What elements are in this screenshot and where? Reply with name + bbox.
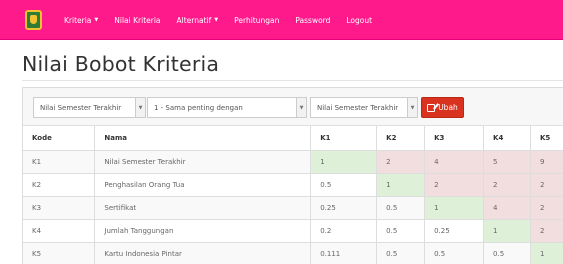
ubah-button-label: Ubah <box>438 103 458 112</box>
nav-item-label: Logout <box>346 15 373 25</box>
criteria-select-2-value: Nilai Semester Terakhir <box>317 103 399 112</box>
criteria-weight-panel: Nilai Semester Terakhir ▼ 1 - Sama penti… <box>22 87 563 264</box>
table-row: K4 Jumlah Tanggungan 0.2 0.5 0.25 1 2 <box>23 219 563 243</box>
cell-weight: 4 <box>483 196 531 220</box>
nav-item-label: Perhitungan <box>234 15 280 25</box>
chevron-down-icon: ▼ <box>296 98 306 117</box>
nav-item-label: Password <box>295 15 331 25</box>
chevron-down-icon: ▼ <box>135 98 145 117</box>
nav-item-password[interactable]: Password <box>295 16 330 25</box>
cell-weight: 0.5 <box>376 242 426 264</box>
top-navbar: Kriteria ▼ Nilai Kriteria Alternatif ▼ Perhit… <box>0 0 563 40</box>
cell-weight: 0.5 <box>376 219 426 243</box>
cell-nama: Penghasilan Orang Tua <box>94 173 312 197</box>
nav-item-label: Nilai Kriteria <box>114 15 161 25</box>
cell-weight: 2 <box>530 173 563 197</box>
cell-kode: K1 <box>23 150 96 174</box>
cell-weight: 0.111 <box>310 242 378 264</box>
table-row: K3 Sertifikat 0.25 0.5 1 4 2 <box>23 196 563 220</box>
ubah-button[interactable]: Ubah <box>421 97 464 118</box>
cell-weight: 0.25 <box>424 219 485 243</box>
cell-weight: 0.5 <box>310 173 378 197</box>
cell-kode: K3 <box>23 196 96 220</box>
chevron-down-icon: ▼ <box>407 98 417 117</box>
cell-weight: 0.25 <box>310 196 378 220</box>
caret-down-icon: ▼ <box>94 17 99 23</box>
cell-weight: 0.5 <box>483 242 531 264</box>
caret-down-icon: ▼ <box>214 17 219 23</box>
column-header-k5: K5 <box>530 126 563 151</box>
cell-nama: Kartu Indonesia Pintar <box>94 242 312 264</box>
criteria-select-1-value: Nilai Semester Terakhir <box>40 103 122 112</box>
cell-nama: Jumlah Tanggungan <box>94 219 312 243</box>
cell-weight: 1 <box>310 150 378 174</box>
importance-select-value: 1 - Sama penting dengan <box>154 103 243 112</box>
column-header-k4: K4 <box>483 126 531 151</box>
table-row: K1 Nilai Semester Terakhir 1 2 4 5 9 <box>23 150 563 174</box>
cell-weight: 2 <box>424 173 485 197</box>
nav-item-label: Alternatif <box>176 15 212 25</box>
cell-kode: K4 <box>23 219 96 243</box>
nav-item-label: Kriteria <box>64 15 92 25</box>
importance-select[interactable]: 1 - Sama penting dengan ▼ <box>147 97 307 118</box>
nav-item-alternatif[interactable]: Alternatif ▼ <box>177 16 219 25</box>
table-body: K1 Nilai Semester Terakhir 1 2 4 5 9 K2 Penghasi… <box>23 150 563 264</box>
cell-weight: 1 <box>483 219 531 243</box>
nav-item-logout[interactable]: Logout <box>346 16 372 25</box>
cell-weight: 2 <box>530 196 563 220</box>
nav-item-nilai-kriteria[interactable]: Nilai Kriteria <box>114 16 160 25</box>
nav-menu: Kriteria ▼ Nilai Kriteria Alternatif ▼ Perhit… <box>64 0 388 40</box>
criteria-select-2[interactable]: Nilai Semester Terakhir ▼ <box>310 97 418 118</box>
cell-weight: 4 <box>424 150 485 174</box>
cell-kode: K5 <box>23 242 96 264</box>
column-header-kode: Kode <box>23 126 96 151</box>
page-title: Nilai Bobot Kriteria <box>22 52 220 76</box>
edit-icon <box>427 103 436 112</box>
cell-kode: K2 <box>23 173 96 197</box>
column-header-k1: K1 <box>310 126 378 151</box>
nav-item-kriteria[interactable]: Kriteria ▼ <box>64 16 98 25</box>
cell-weight: 2 <box>530 219 563 243</box>
column-header-k2: K2 <box>376 126 426 151</box>
column-header-nama: Nama <box>94 126 312 151</box>
cell-weight: 1 <box>424 196 485 220</box>
criteria-weight-table: Kode Nama K1 K2 K3 K4 K5 K1 Nilai Semester Tera… <box>23 126 563 264</box>
table-header-row: Kode Nama K1 K2 K3 K4 K5 <box>23 126 563 151</box>
cell-nama: Nilai Semester Terakhir <box>94 150 312 174</box>
cell-weight: 5 <box>483 150 531 174</box>
column-header-k3: K3 <box>424 126 485 151</box>
cell-weight: 2 <box>376 150 426 174</box>
comparison-form: Nilai Semester Terakhir ▼ 1 - Sama penti… <box>23 88 563 126</box>
cell-weight: 0.5 <box>424 242 485 264</box>
cell-weight: 1 <box>376 173 426 197</box>
cell-nama: Sertifikat <box>94 196 312 220</box>
nav-item-perhitungan[interactable]: Perhitungan <box>234 16 279 25</box>
table-row: K5 Kartu Indonesia Pintar 0.111 0.5 0.5 0.5 1 <box>23 242 563 264</box>
cell-weight: 1 <box>530 242 563 264</box>
app-logo-icon[interactable] <box>25 10 42 30</box>
criteria-select-1[interactable]: Nilai Semester Terakhir ▼ <box>33 97 146 118</box>
cell-weight: 2 <box>483 173 531 197</box>
table-row: K2 Penghasilan Orang Tua 0.5 1 2 2 2 <box>23 173 563 197</box>
cell-weight: 9 <box>530 150 563 174</box>
title-divider <box>22 80 563 81</box>
cell-weight: 0.2 <box>310 219 378 243</box>
cell-weight: 0.5 <box>376 196 426 220</box>
